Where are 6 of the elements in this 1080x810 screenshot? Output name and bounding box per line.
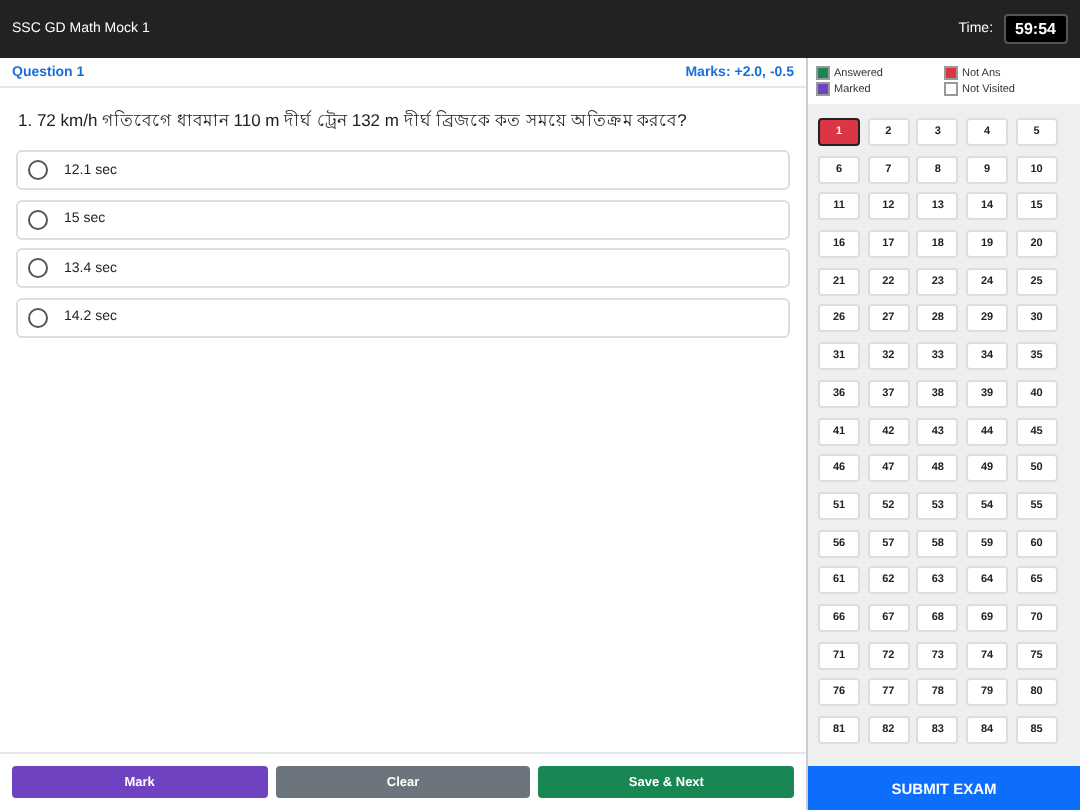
question-text: 1. 72 km/h গতিবেগে ধাবমান 110 m দীর্ঘ ট্রেন 132 m দীর্ঘ ব্রিজকে কত সময়ে অতিক্রম করবে?	[18, 108, 689, 134]
radio-button[interactable]	[28, 258, 48, 278]
radio-button[interactable]	[28, 307, 48, 327]
radio-button[interactable]	[28, 160, 48, 180]
timer: 59:54	[1003, 14, 1068, 44]
radio-button[interactable]	[28, 209, 48, 229]
